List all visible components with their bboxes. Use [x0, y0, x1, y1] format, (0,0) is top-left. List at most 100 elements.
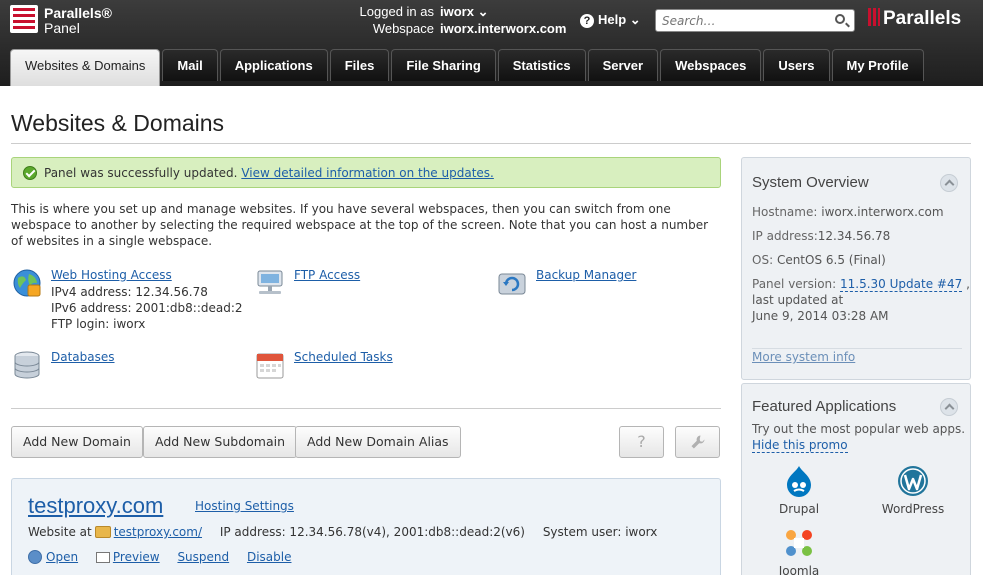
hostname-row: Hostname: iworx.interworx.com [752, 204, 944, 220]
collapse-icon[interactable] [940, 398, 958, 416]
panel-version-suffix: , [966, 277, 970, 291]
backup-icon [498, 273, 526, 295]
featured-applications-title: Featured Applications [752, 398, 897, 415]
collapse-icon[interactable] [940, 174, 958, 192]
hostname-label: Hostname: [752, 205, 818, 219]
main-tabs: Websites & Domains Mail Applications Fil… [10, 49, 926, 86]
panel-logo[interactable]: Parallels® Panel [10, 5, 112, 36]
panel-version-row: Panel version: 11.5.30 Update #47 , [752, 276, 970, 292]
databases-link[interactable]: Databases [51, 350, 115, 364]
domain-panel: testproxy.com Hosting Settings Website a… [11, 478, 721, 575]
suspend-link[interactable]: Suspend [177, 550, 229, 564]
os-value: CentOS 6.5 (Final) [776, 253, 886, 267]
parallels-brand-text: Parallels [883, 8, 962, 29]
tool-ftp: FTP Access [255, 268, 455, 298]
more-system-info-link[interactable]: More system info [752, 350, 855, 364]
tab-my-profile[interactable]: My Profile [831, 49, 924, 81]
app-drupal-label: Drupal [778, 502, 820, 516]
joomla-icon [786, 530, 812, 556]
hostname-value: iworx.interworx.com [821, 205, 944, 219]
tool-web-hosting: Web Hosting Access IPv4 address: 12.34.5… [12, 268, 243, 338]
help-menu[interactable]: ? Help ⌄ [580, 12, 641, 28]
os-label: OS: [752, 253, 774, 267]
notice-details-link[interactable]: View detailed information on the updates… [241, 166, 494, 180]
check-icon [23, 166, 37, 180]
featured-description: Try out the most popular web apps. [752, 422, 966, 436]
domain-info: Website at testproxy.com/ IP address: 12.… [28, 525, 657, 539]
hosting-settings-link[interactable]: Hosting Settings [195, 499, 294, 513]
tab-websites-domains[interactable]: Websites & Domains [10, 49, 161, 86]
notice-text: Panel was successfully updated. [44, 166, 238, 180]
help-button[interactable]: ? [619, 426, 664, 458]
os-row: OS: CentOS 6.5 (Final) [752, 252, 886, 268]
ip-label: IP address: [752, 229, 818, 243]
disable-link[interactable]: Disable [247, 550, 292, 564]
ftp-access-link[interactable]: FTP Access [294, 268, 360, 282]
tools-divider [11, 408, 721, 409]
preview-icon [95, 552, 110, 563]
backup-manager-link[interactable]: Backup Manager [536, 268, 636, 282]
system-overview-panel: System Overview Hostname: iworx.interwor… [741, 157, 971, 380]
tool-backup: Backup Manager [497, 268, 697, 298]
panel-logo-line1: Parallels® [44, 5, 112, 21]
preview-link[interactable]: Preview [113, 550, 160, 564]
search-input[interactable] [656, 10, 826, 31]
app-drupal[interactable]: Drupal [759, 464, 839, 516]
search-box [655, 9, 855, 32]
panel-version-link[interactable]: 11.5.30 Update #47 [840, 277, 963, 292]
tool-scheduled-tasks: Scheduled Tasks [255, 350, 455, 382]
ipv4-address: IPv4 address: 12.34.56.78 [51, 285, 208, 299]
system-overview-title: System Overview [752, 174, 869, 191]
ip-row: IP address:12.34.56.78 [752, 228, 890, 244]
last-updated-label: last updated at [752, 293, 844, 307]
scheduled-tasks-link[interactable]: Scheduled Tasks [294, 350, 393, 364]
title-divider [11, 143, 971, 144]
panel-version-label: Panel version: [752, 277, 837, 291]
tab-webspaces[interactable]: Webspaces [660, 49, 762, 81]
wrench-icon [691, 435, 704, 449]
domain-ip-address: IP address: 12.34.56.78(v4), 2001:db8::d… [219, 525, 525, 539]
open-link[interactable]: Open [46, 550, 78, 564]
tab-users[interactable]: Users [763, 49, 830, 81]
parallels-bars-icon [868, 8, 880, 26]
add-new-subdomain-button[interactable]: Add New Subdomain [143, 426, 298, 458]
last-updated-value: June 9, 2014 03:28 AM [752, 309, 889, 323]
tab-statistics[interactable]: Statistics [497, 49, 586, 81]
tab-mail[interactable]: Mail [162, 49, 218, 81]
tab-file-sharing[interactable]: File Sharing [391, 49, 496, 81]
domain-actions: Open Preview Suspend Disable [28, 550, 305, 564]
website-at-label: Website at [28, 525, 92, 539]
add-new-domain-alias-button[interactable]: Add New Domain Alias [295, 426, 461, 458]
app-wordpress[interactable]: WordPress [873, 464, 953, 516]
question-icon: ? [580, 14, 594, 28]
tool-databases: Databases [12, 350, 212, 382]
tab-files[interactable]: Files [329, 49, 390, 81]
help-label: Help ⌄ [598, 12, 641, 27]
top-bar: Parallels® Panel Logged in as iworx ⌄ Web… [0, 0, 983, 86]
database-icon [14, 351, 40, 379]
tab-server[interactable]: Server [587, 49, 659, 81]
panel-logo-icon [10, 5, 38, 33]
logged-in-label: Logged in as [359, 4, 434, 19]
question-icon: ? [637, 432, 646, 451]
globe-icon [13, 269, 41, 297]
app-joomla[interactable]: Joomla [759, 526, 839, 575]
settings-button[interactable] [675, 426, 720, 458]
parallels-brand: Parallels [868, 8, 961, 30]
system-overview-divider [752, 348, 962, 349]
success-notice: Panel was successfully updated. View det… [11, 157, 721, 188]
hide-promo-link[interactable]: Hide this promo [752, 438, 848, 453]
magnifier-icon[interactable] [835, 14, 845, 24]
domain-name-link[interactable]: testproxy.com [28, 493, 163, 519]
user-menu[interactable]: iworx ⌄ [440, 4, 488, 19]
open-icon [28, 550, 42, 564]
intro-text: This is where you set up and manage webs… [11, 202, 709, 248]
app-wordpress-label: WordPress [881, 502, 945, 516]
website-path-link[interactable]: testproxy.com/ [114, 525, 202, 539]
tab-applications[interactable]: Applications [219, 49, 328, 81]
wordpress-icon [898, 466, 928, 496]
add-new-domain-button[interactable]: Add New Domain [11, 426, 143, 458]
webspace-selector[interactable]: iworx.interworx.com [440, 21, 566, 36]
web-hosting-access-link[interactable]: Web Hosting Access [51, 268, 172, 282]
system-user: System user: iworx [542, 525, 658, 539]
